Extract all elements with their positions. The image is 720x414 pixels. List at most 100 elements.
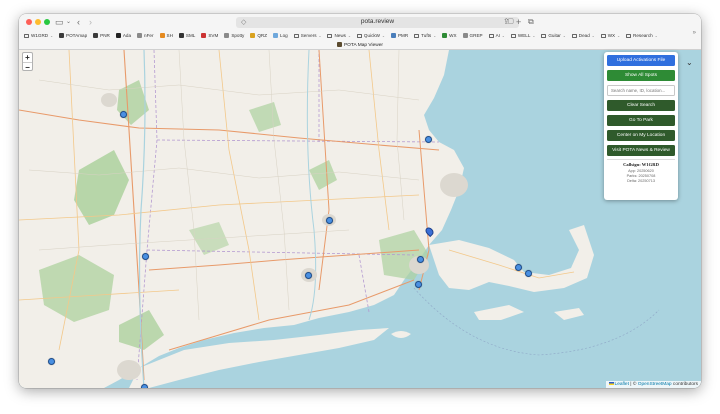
chevron-down-icon[interactable]: ⌄ — [66, 16, 71, 28]
bookmark-item[interactable]: SVM — [201, 33, 218, 38]
chevron-down-icon: ⌄ — [433, 33, 437, 38]
bookmark-item[interactable]: W1GRD ⌄ — [24, 33, 53, 38]
park-marker[interactable] — [48, 358, 55, 365]
leaflet-link[interactable]: Leaflet — [615, 382, 629, 387]
bookmark-favicon-icon — [159, 33, 165, 38]
close-window-button[interactable] — [26, 19, 32, 25]
folder-icon — [356, 33, 362, 38]
bookmark-item[interactable]: PNR — [93, 33, 110, 38]
bookmark-item[interactable]: Dead ⌄ — [571, 33, 595, 38]
bookmark-item[interactable]: QuickW ⌄ — [356, 33, 385, 38]
attribution-tail: contributors — [671, 382, 698, 387]
park-marker[interactable] — [417, 256, 424, 263]
bookmark-item[interactable]: PMR — [390, 33, 408, 38]
bookmark-item[interactable]: SML — [178, 33, 195, 38]
chevron-down-icon: ⌄ — [382, 33, 385, 38]
bookmark-item[interactable]: QRZ — [250, 33, 267, 38]
park-marker[interactable] — [141, 384, 148, 388]
show-all-spots-button[interactable]: Show All Spots — [607, 70, 675, 81]
bookmark-item[interactable]: Servers ⌄ — [293, 33, 322, 38]
bookmark-item[interactable]: Spotty — [224, 33, 244, 38]
sidebar-icon[interactable]: ▭ — [55, 16, 64, 28]
ukraine-flag-icon — [608, 382, 614, 385]
tabs-icon[interactable]: ⧉ — [528, 16, 534, 28]
zoom-out-button[interactable]: − — [23, 62, 32, 72]
folder-icon — [327, 33, 333, 38]
bookmark-favicon-icon — [462, 33, 468, 38]
tab-active[interactable]: POTA Map Viewer — [19, 42, 701, 48]
bookmark-item[interactable]: AI ⌄ — [488, 33, 505, 38]
minimize-window-button[interactable] — [35, 19, 41, 25]
bookmark-item[interactable]: Ada — [115, 33, 131, 38]
park-marker[interactable] — [525, 270, 532, 277]
chevron-down-icon: ⌄ — [501, 33, 505, 38]
zoom-window-button[interactable] — [44, 19, 50, 25]
favicon-icon — [336, 42, 342, 47]
upload-activations-button[interactable]: Upload Activations File — [607, 55, 675, 66]
back-icon[interactable]: ‹ — [77, 16, 80, 28]
bookmark-label: Spotty — [231, 33, 245, 38]
collapse-icon[interactable]: ⌄ — [686, 58, 693, 67]
park-marker[interactable] — [425, 136, 432, 143]
park-marker[interactable] — [415, 281, 422, 288]
bookmark-favicon-icon — [442, 33, 448, 38]
bookmarks-bar: W1GRD ⌄ POTAmap PNR Ada nFer SH SML SVM Spotty QRZ… — [19, 30, 701, 41]
tab-title: POTA Map Viewer — [343, 43, 383, 48]
park-marker[interactable] — [515, 264, 522, 271]
folder-icon — [571, 33, 577, 38]
bookmark-item[interactable]: WX ⌄ — [600, 33, 620, 38]
bookmark-item[interactable]: GREP — [462, 33, 483, 38]
bookmark-item[interactable]: WELL ⌄ — [510, 33, 535, 38]
folder-icon — [600, 33, 606, 38]
bookmark-item[interactable]: Research ⌄ — [626, 33, 658, 38]
bookmark-favicon-icon — [201, 33, 207, 38]
zoom-in-button[interactable]: + — [23, 53, 32, 62]
map-attribution: Leaflet | © OpenStreetMap contributors — [605, 381, 701, 388]
go-to-park-button[interactable]: Go To Park — [607, 115, 675, 126]
bookmark-item[interactable]: Tufts ⌄ — [414, 33, 436, 38]
bookmark-favicon-icon — [390, 33, 396, 38]
folder-icon — [541, 33, 547, 38]
bookmark-item[interactable]: WX — [442, 33, 457, 38]
bookmark-item[interactable]: SH — [159, 33, 173, 38]
bookmark-label: Tufts — [421, 33, 432, 38]
bookmark-label: W1GRD — [31, 33, 49, 38]
park-marker[interactable] — [120, 111, 127, 118]
search-input[interactable] — [607, 85, 675, 96]
bookmark-label: SVM — [208, 33, 219, 38]
bookmark-item[interactable]: News ⌄ — [327, 33, 351, 38]
bookmark-item[interactable]: Log — [273, 33, 288, 38]
bookmark-item[interactable]: Guitar ⌄ — [541, 33, 566, 38]
bookmark-favicon-icon — [178, 33, 184, 38]
url-text: pota.review — [360, 18, 395, 25]
center-on-location-button[interactable]: Center on My Location — [607, 130, 675, 141]
clear-search-button[interactable]: Clear Search — [607, 100, 675, 111]
bookmark-label: Log — [280, 33, 288, 38]
attribution-separator: | © — [628, 382, 638, 387]
park-marker[interactable] — [326, 217, 333, 224]
bookmark-item[interactable]: POTAmap — [59, 33, 87, 38]
park-marker[interactable] — [142, 253, 149, 260]
folder-icon — [293, 33, 299, 38]
osm-link[interactable]: OpenStreetMap — [638, 382, 672, 387]
folder-icon — [24, 33, 29, 38]
folder-icon — [488, 33, 494, 38]
park-marker[interactable] — [305, 272, 312, 279]
map-tiles[interactable] — [19, 50, 701, 388]
forward-icon[interactable]: › — [89, 16, 92, 28]
address-bar[interactable]: ◇ pota.review ▢ — [236, 17, 519, 28]
more-bookmarks-icon[interactable]: » — [693, 30, 696, 36]
bookmark-label: QuickW — [363, 33, 380, 38]
bookmark-label: WX — [449, 33, 457, 38]
new-tab-icon[interactable]: + — [516, 16, 521, 28]
callsign-label: Callsign: W1GRD — [623, 162, 659, 167]
tab-bar: POTA Map Viewer — [19, 41, 701, 50]
chevron-down-icon: ⌄ — [50, 33, 54, 38]
bookmark-label: Servers — [300, 33, 317, 38]
bookmark-item[interactable]: nFer — [137, 33, 154, 38]
chevron-down-icon: ⌄ — [318, 33, 322, 38]
map-view[interactable]: + − Leaflet | © OpenStreetMap contributo… — [19, 50, 701, 388]
visit-pota-news-button[interactable]: Visit POTA News & Review — [607, 145, 675, 156]
bookmark-favicon-icon — [115, 33, 121, 38]
share-icon[interactable]: ⇪ — [503, 16, 510, 28]
